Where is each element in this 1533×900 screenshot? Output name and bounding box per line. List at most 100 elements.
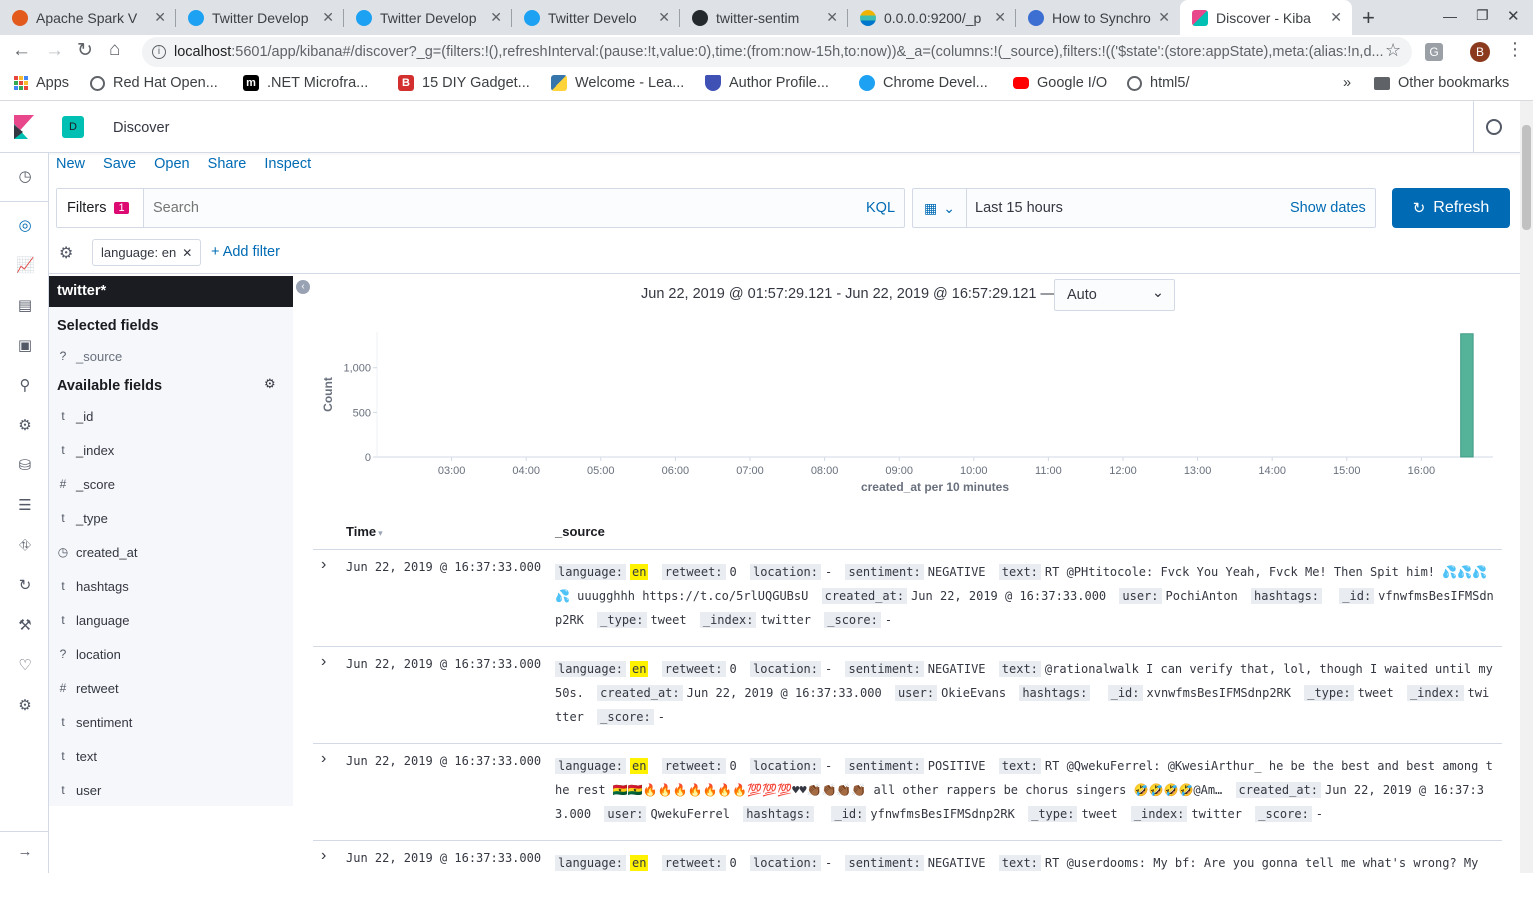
field-item[interactable]: t text <box>49 744 293 768</box>
add-filter-button[interactable]: + Add filter <box>211 244 280 260</box>
field-item[interactable]: ? _source <box>49 344 293 368</box>
back-icon[interactable]: ← <box>12 40 31 62</box>
close-icon[interactable]: ✕ <box>994 9 1006 26</box>
expand-row-chevron-icon[interactable]: › <box>321 653 326 671</box>
kql-toggle[interactable]: KQL <box>866 200 895 216</box>
page-scrollbar[interactable] <box>1520 101 1533 873</box>
dashboard-icon[interactable]: ▤ <box>16 297 34 315</box>
field-item[interactable]: t language <box>49 608 293 632</box>
reload-icon[interactable]: ↻ <box>77 39 93 62</box>
browser-tab[interactable]: Twitter Develo ✕ <box>512 0 680 35</box>
visualize-icon[interactable]: 📈 <box>16 257 35 275</box>
field-item[interactable]: t hashtags <box>49 574 293 598</box>
bookmark-item[interactable]: Author Profile... <box>705 75 829 91</box>
field-item[interactable]: t _index <box>49 438 293 462</box>
browser-tab[interactable]: Apache Spark V ✕ <box>0 0 176 35</box>
new-button[interactable]: New <box>56 156 85 172</box>
sort-down-icon[interactable]: ▾ <box>378 528 383 538</box>
interval-select[interactable]: Auto ⌄ <box>1054 279 1175 311</box>
save-button[interactable]: Save <box>103 156 136 172</box>
home-icon[interactable]: ⌂ <box>109 39 120 61</box>
browser-tab-active[interactable]: Discover - Kiba ✕ <box>1180 0 1352 35</box>
search-input[interactable] <box>145 189 845 227</box>
field-item[interactable]: t user <box>49 778 293 802</box>
other-bookmarks[interactable]: Other bookmarks <box>1374 75 1509 91</box>
space-avatar[interactable]: D <box>62 116 84 138</box>
bookmark-item[interactable]: B 15 DIY Gadget... <box>398 75 530 91</box>
field-item[interactable]: ? location <box>49 642 293 666</box>
window-close-icon[interactable]: ✕ <box>1507 7 1520 25</box>
field-item[interactable]: # _score <box>49 472 293 496</box>
restore-icon[interactable]: ❐ <box>1476 7 1489 24</box>
filter-settings-gear-icon[interactable]: ⚙ <box>59 243 73 263</box>
expand-row-chevron-icon[interactable]: › <box>321 556 326 574</box>
bookmark-item[interactable]: html5/ <box>1127 75 1190 91</box>
close-icon[interactable]: ✕ <box>182 246 192 260</box>
field-item[interactable]: t _id <box>49 404 293 428</box>
close-icon[interactable]: ✕ <box>1158 9 1170 26</box>
show-dates-link[interactable]: Show dates <box>1290 200 1366 216</box>
document-row[interactable]: › Jun 22, 2019 @ 16:37:33.000 language: en … <box>313 840 1502 900</box>
document-row[interactable]: › Jun 22, 2019 @ 16:37:33.000 language: en … <box>313 646 1502 743</box>
info-icon[interactable]: i <box>152 45 166 59</box>
management-gear-icon[interactable]: ⚙ <box>16 697 34 715</box>
bookmark-item[interactable]: Google I/O <box>1013 75 1107 91</box>
browser-tab[interactable]: How to Synchro ✕ <box>1016 0 1180 35</box>
browser-tab[interactable]: twitter-sentim ✕ <box>680 0 848 35</box>
index-pattern-selector[interactable]: twitter* <box>49 276 293 307</box>
machine-learning-icon[interactable]: ⚙ <box>16 417 34 435</box>
browser-tab[interactable]: 0.0.0.0:9200/_p ✕ <box>848 0 1016 35</box>
expand-nav-icon[interactable]: → <box>16 843 34 861</box>
recent-clock-icon[interactable]: ◷ <box>16 168 34 186</box>
bookmarks-overflow-button[interactable]: » <box>1343 75 1351 91</box>
browser-tab[interactable]: Twitter Develop ✕ <box>344 0 512 35</box>
time-column-header[interactable]: Time ▾ <box>346 524 383 539</box>
inspect-button[interactable]: Inspect <box>264 156 311 172</box>
apm-icon[interactable]: ⛗ <box>16 537 34 555</box>
open-button[interactable]: Open <box>154 156 189 172</box>
profile-avatar[interactable]: B <box>1470 42 1490 62</box>
infrastructure-icon[interactable]: ⛁ <box>16 457 34 475</box>
date-range-label[interactable]: Last 15 hours <box>975 200 1063 216</box>
refresh-button[interactable]: ↻ Refresh <box>1392 188 1510 228</box>
discover-compass-icon[interactable]: ◎ <box>16 217 34 235</box>
forward-icon[interactable]: → <box>45 40 64 62</box>
collapse-sidebar-icon[interactable]: ‹ <box>296 280 310 294</box>
field-item[interactable]: ◷ created_at <box>49 540 293 564</box>
uptime-icon[interactable]: ↻ <box>16 577 34 595</box>
browser-menu-icon[interactable]: ⋮ <box>1506 39 1524 60</box>
browser-tab[interactable]: Twitter Develop ✕ <box>176 0 344 35</box>
close-icon[interactable]: ✕ <box>154 9 166 26</box>
close-icon[interactable]: ✕ <box>322 9 334 26</box>
canvas-icon[interactable]: ▣ <box>16 337 34 355</box>
share-button[interactable]: Share <box>208 156 247 172</box>
scrollbar-thumb[interactable] <box>1522 125 1531 230</box>
maps-icon[interactable]: ⚲ <box>16 377 34 395</box>
logs-icon[interactable]: ☰ <box>16 497 34 515</box>
document-row[interactable]: › Jun 22, 2019 @ 16:37:33.000 language: en … <box>313 743 1502 840</box>
close-icon[interactable]: ✕ <box>826 9 838 26</box>
extension-icon[interactable]: G <box>1425 43 1443 61</box>
filter-pill[interactable]: language: en ✕ <box>92 239 202 266</box>
bookmark-item[interactable]: Chrome Devel... <box>859 75 988 91</box>
bookmark-item[interactable]: m .NET Microfra... <box>243 75 368 91</box>
kibana-logo-icon[interactable] <box>14 115 34 139</box>
bookmark-star-icon[interactable]: ☆ <box>1385 40 1401 61</box>
close-icon[interactable]: ✕ <box>490 9 502 26</box>
close-icon[interactable]: ✕ <box>658 9 670 26</box>
help-icon[interactable] <box>1486 119 1502 135</box>
address-bar[interactable]: i localhost:5601/app/kibana#/discover?_g… <box>142 37 1412 67</box>
bookmark-item[interactable]: Red Hat Open... <box>90 75 218 91</box>
dev-tools-icon[interactable]: ⚒ <box>16 617 34 635</box>
close-icon[interactable]: ✕ <box>1330 9 1342 26</box>
field-item[interactable]: # retweet <box>49 676 293 700</box>
expand-row-chevron-icon[interactable]: › <box>321 847 326 865</box>
new-tab-icon[interactable]: + <box>1362 5 1375 31</box>
field-settings-gear-icon[interactable]: ⚙ <box>264 376 276 392</box>
quick-menu-button[interactable]: ▦ ⌄ <box>913 189 967 227</box>
expand-row-chevron-icon[interactable]: › <box>321 750 326 768</box>
field-item[interactable]: t _type <box>49 506 293 530</box>
minimize-icon[interactable]: — <box>1443 8 1457 24</box>
document-row[interactable]: › Jun 22, 2019 @ 16:37:33.000 language: en … <box>313 549 1502 646</box>
monitoring-icon[interactable]: ♡ <box>16 657 34 675</box>
